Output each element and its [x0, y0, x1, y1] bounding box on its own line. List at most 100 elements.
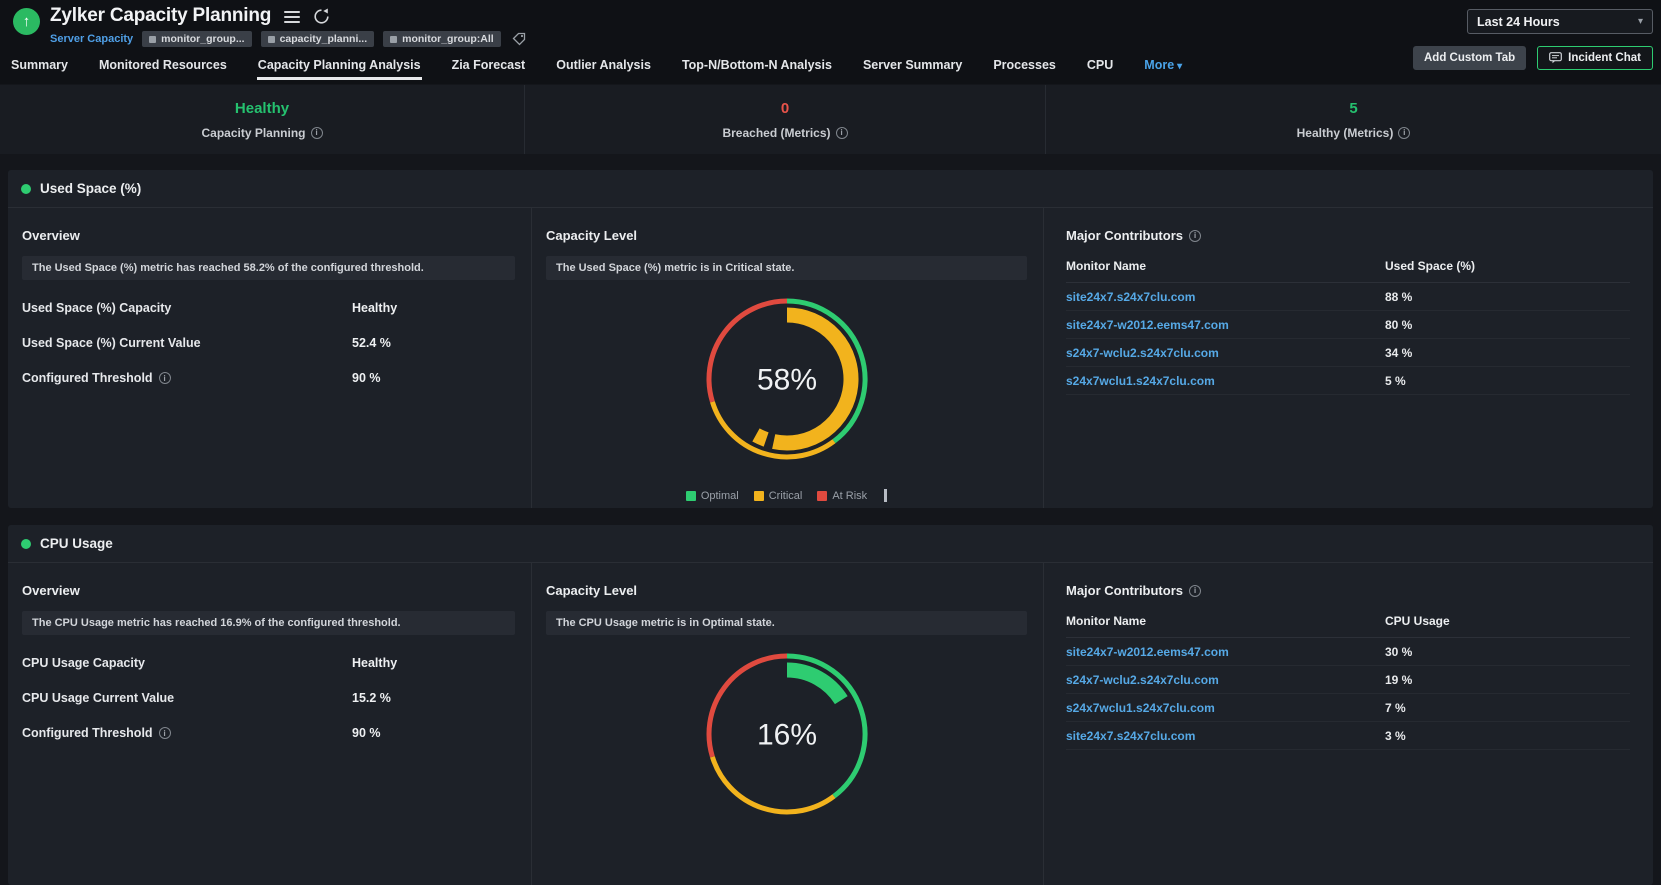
- monitor-link[interactable]: s24x7-wclu2.s24x7clu.com: [1066, 346, 1385, 360]
- legend-at-risk: At Risk: [817, 490, 867, 502]
- legend-cursor: [884, 489, 888, 502]
- monitor-link[interactable]: site24x7-w2012.eems47.com: [1066, 318, 1385, 332]
- monitor-link[interactable]: site24x7-w2012.eems47.com: [1066, 645, 1385, 659]
- tab-processes[interactable]: Processes: [992, 54, 1057, 80]
- tag-pill[interactable]: capacity_planni...: [260, 31, 375, 47]
- monitor-link[interactable]: site24x7.s24x7clu.com: [1066, 729, 1385, 743]
- col-header-monitor-name: Monitor Name: [1066, 614, 1147, 628]
- info-icon[interactable]: i: [1189, 229, 1201, 242]
- metric-value: 34 %: [1385, 345, 1413, 360]
- tab-cpu[interactable]: CPU: [1086, 54, 1114, 80]
- row-value: Healthy: [352, 301, 398, 315]
- table-row: site24x7-w2012.eems47.com 30 %: [1066, 638, 1630, 666]
- col-header-metric: Used Space (%): [1385, 259, 1476, 273]
- monitor-link[interactable]: s24x7wclu1.s24x7clu.com: [1066, 701, 1385, 715]
- tab-more[interactable]: More ▾: [1143, 54, 1183, 80]
- capacity-level-heading: Capacity Level: [546, 228, 638, 243]
- status-label: Healthy (Metrics): [1296, 125, 1394, 140]
- info-icon[interactable]: i: [310, 126, 323, 139]
- overview-message: The CPU Usage metric has reached 16.9% o…: [22, 611, 515, 635]
- table-row: s24x7-wclu2.s24x7clu.com 34 %: [1066, 339, 1630, 367]
- row-label: CPU Usage Current Value: [22, 691, 175, 705]
- row-value: Healthy: [352, 656, 398, 670]
- table-row: s24x7wclu1.s24x7clu.com 7 %: [1066, 694, 1630, 722]
- overview-row: CPU Usage Current Value 15.2 %: [22, 691, 515, 705]
- tab-top-n-bottom-n-analysis[interactable]: Top-N/Bottom-N Analysis: [681, 54, 833, 80]
- info-icon[interactable]: i: [1398, 126, 1411, 139]
- tag-label: monitor_group...: [161, 33, 245, 45]
- row-value: 15.2 %: [352, 691, 391, 705]
- overview-message: The Used Space (%) metric has reached 58…: [22, 256, 515, 280]
- contributors-table: Monitor Name CPU Usage site24x7-w2012.ee…: [1066, 614, 1630, 750]
- table-row: s24x7-wclu2.s24x7clu.com 19 %: [1066, 666, 1630, 694]
- tag-square-icon: [149, 35, 157, 43]
- contributors-table: Monitor Name Used Space (%) site24x7.s24…: [1066, 259, 1630, 395]
- overview-row: Used Space (%) Capacity Healthy: [22, 301, 515, 315]
- tab-bar: Summary Monitored Resources Capacity Pla…: [10, 54, 1183, 80]
- overview-row: Configured Threshold i 90 %: [22, 726, 515, 740]
- cpu-usage-gauge: 16%: [702, 649, 872, 824]
- tag-pill[interactable]: monitor_group:All: [383, 31, 501, 47]
- row-label: CPU Usage Capacity: [22, 656, 145, 670]
- legend-label: At Risk: [832, 489, 868, 502]
- table-row: site24x7-w2012.eems47.com 80 %: [1066, 311, 1630, 339]
- used-space-gauge: 58%: [702, 294, 872, 469]
- overview-panel: Overview The Used Space (%) metric has r…: [8, 208, 532, 508]
- page-title: Zylker Capacity Planning: [50, 5, 272, 26]
- info-icon[interactable]: i: [158, 727, 171, 739]
- tag-square-icon: [267, 35, 275, 43]
- tab-capacity-planning-analysis[interactable]: Capacity Planning Analysis: [256, 54, 422, 80]
- overview-row: CPU Usage Capacity Healthy: [22, 656, 515, 670]
- tag-pill[interactable]: monitor_group...: [142, 31, 252, 47]
- tab-zia-forecast[interactable]: Zia Forecast: [451, 54, 527, 80]
- top-bar: ↑ Zylker Capacity Planning Server Capaci…: [0, 0, 1661, 84]
- healthy-metrics-count: 5: [1349, 99, 1358, 117]
- monitor-link[interactable]: s24x7wclu1.s24x7clu.com: [1066, 374, 1385, 388]
- svg-text:58%: 58%: [756, 364, 816, 397]
- incident-chat-button[interactable]: Incident Chat: [1537, 46, 1653, 70]
- tab-monitored-resources[interactable]: Monitored Resources: [98, 54, 228, 80]
- metric-value: 30 %: [1385, 644, 1413, 659]
- add-custom-tab-button[interactable]: Add Custom Tab: [1413, 46, 1527, 70]
- tag-label: capacity_planni...: [279, 33, 368, 45]
- hamburger-menu-icon[interactable]: [284, 9, 301, 23]
- used-space-section: Used Space (%) Overview The Used Space (…: [8, 170, 1653, 508]
- incident-chat-label: Incident Chat: [1568, 52, 1641, 64]
- tab-outlier-analysis[interactable]: Outlier Analysis: [555, 54, 652, 80]
- overview-row: Configured Threshold i 90 %: [22, 371, 515, 385]
- row-label: Configured Threshold: [22, 371, 153, 385]
- chat-icon: [1549, 52, 1563, 64]
- legend-optimal: Optimal: [685, 490, 739, 502]
- row-value: 52.4 %: [352, 336, 391, 350]
- status-label: Capacity Planning: [201, 125, 306, 140]
- monitor-status-up-icon: ↑: [13, 8, 40, 35]
- time-range-select[interactable]: Last 24 Hours ▾: [1467, 9, 1653, 34]
- metric-value: 80 %: [1385, 317, 1413, 332]
- major-contributors-panel: Major Contributors i Monitor Name CPU Usa…: [1044, 563, 1653, 885]
- legend-swatch: [753, 490, 764, 501]
- tag-edit-icon[interactable]: [512, 32, 526, 46]
- overview-heading: Overview: [22, 583, 80, 598]
- refresh-icon[interactable]: [313, 8, 330, 25]
- healthy-dot-icon: [21, 183, 31, 194]
- info-icon[interactable]: i: [835, 126, 848, 139]
- metric-value: 3 %: [1385, 728, 1406, 743]
- metric-value: 7 %: [1385, 700, 1406, 715]
- monitor-link[interactable]: site24x7.s24x7clu.com: [1066, 290, 1385, 304]
- info-icon[interactable]: i: [158, 372, 171, 384]
- legend-label: Critical: [768, 489, 803, 502]
- capacity-planning-status: Healthy: [234, 99, 290, 117]
- capacity-level-panel: Capacity Level The CPU Usage metric is i…: [532, 563, 1044, 885]
- contributors-heading: Major Contributors: [1066, 228, 1183, 243]
- status-label: Breached (Metrics): [722, 125, 831, 140]
- status-summary-bar: Healthy Capacity Planning i 0 Breached (M…: [0, 85, 1661, 154]
- info-icon[interactable]: i: [1189, 584, 1201, 597]
- gauge-legend: Optimal Critical At Risk: [685, 489, 888, 502]
- monitor-link[interactable]: s24x7-wclu2.s24x7clu.com: [1066, 673, 1385, 687]
- tab-server-summary[interactable]: Server Summary: [862, 54, 963, 80]
- healthy-dot-icon: [21, 538, 31, 549]
- row-label: Configured Threshold: [22, 726, 153, 740]
- tab-summary[interactable]: Summary: [10, 54, 69, 80]
- capacity-level-panel: Capacity Level The Used Space (%) metric…: [532, 208, 1044, 508]
- monitor-type-link[interactable]: Server Capacity: [50, 33, 133, 45]
